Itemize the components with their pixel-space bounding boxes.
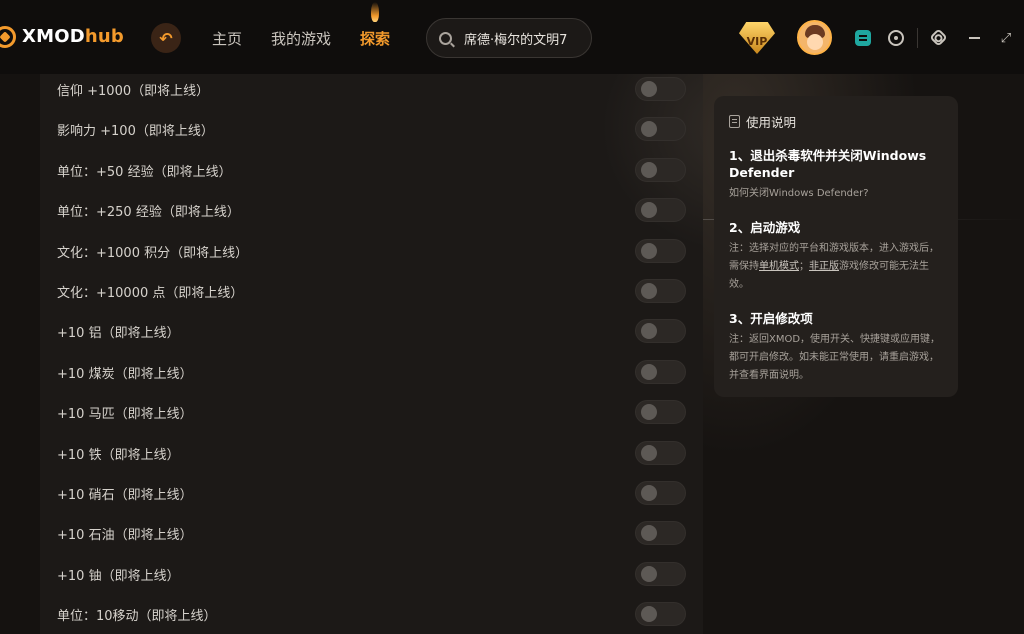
step-1: 1、退出杀毒软件并关闭Windows Defender 如何关闭Windows …	[729, 147, 943, 203]
toggle-knob	[641, 606, 657, 623]
step-2: 2、启动游戏 注：选择对应的平台和游戏版本，进入游戏后，需保持单机模式；非正版游…	[729, 219, 943, 294]
mod-label: 单位：10移动（即将上线）	[57, 609, 217, 625]
maximize-icon[interactable]: ⤢	[998, 30, 1014, 46]
mod-toggle[interactable]	[635, 117, 686, 142]
mod-label: +10 马匹（即将上线）	[57, 407, 193, 423]
app-logo[interactable]: XMODhub	[22, 26, 124, 47]
disable-defender-link[interactable]: 如何关闭Windows Defender?	[729, 185, 943, 203]
toggle-knob	[641, 363, 657, 380]
settings-icon[interactable]	[929, 28, 948, 47]
toggle-knob	[641, 444, 657, 461]
mod-label: +10 石油（即将上线）	[57, 528, 193, 544]
toggle-knob	[641, 161, 657, 178]
list-item: 单位：+250 经验（即将上线）	[40, 195, 703, 235]
nav-home[interactable]: 主页	[212, 28, 242, 49]
mod-toggle[interactable]	[635, 481, 686, 505]
toggle-knob	[641, 121, 657, 138]
offline-mode-link[interactable]: 单机模式	[759, 261, 799, 272]
back-arrow-icon: ↶	[159, 28, 173, 48]
toggle-knob	[641, 485, 657, 501]
list-item: +10 铀（即将上线）	[40, 559, 703, 599]
list-item: 单位：+50 经验（即将上线）	[40, 155, 703, 195]
mod-toggle[interactable]	[635, 359, 686, 384]
mod-toggle[interactable]	[635, 77, 686, 101]
message-icon[interactable]	[855, 30, 871, 46]
document-icon	[729, 114, 740, 128]
mod-toggle[interactable]	[635, 440, 686, 465]
toggle-knob	[641, 323, 657, 340]
list-item: +10 煤炭（即将上线）	[40, 357, 703, 397]
mod-label: 文化：+10000 点（即将上线）	[57, 286, 244, 301]
mod-toggle[interactable]	[635, 198, 686, 223]
mod-label: +10 硝石（即将上线）	[57, 488, 193, 503]
step-3-title: 3、开启修改项	[729, 311, 813, 326]
mod-label: +10 铝（即将上线）	[57, 326, 180, 342]
list-item: 影响力 +100（即将上线）	[40, 114, 703, 154]
list-item: 文化：+1000 积分（即将上线）	[40, 236, 703, 276]
mod-label: 信仰 +1000（即将上线）	[57, 84, 210, 99]
step-2-note: 注：选择对应的平台和游戏版本，进入游戏后，需保持单机模式；非正版游戏修改可能无法…	[729, 243, 939, 290]
mod-toggle[interactable]	[635, 561, 686, 586]
step-3-note: 注：返回XMOD，使用开关、快捷键或应用键，都可开启修改。如未能正常使用，请重启…	[729, 334, 941, 381]
mod-toggle[interactable]	[635, 157, 686, 182]
mod-toggle[interactable]	[635, 238, 686, 263]
divider	[917, 28, 918, 48]
search-icon	[439, 31, 452, 45]
toggle-knob	[641, 202, 657, 219]
vip-badge[interactable]: VIP	[739, 22, 775, 54]
search-box[interactable]: 席德·梅尔的文明7	[426, 18, 592, 58]
mod-label: +10 煤炭（即将上线）	[57, 366, 193, 382]
mod-label: 文化：+1000 积分（即将上线）	[57, 245, 249, 261]
mod-toggle[interactable]	[635, 319, 686, 344]
mod-label: +10 铀（即将上线）	[57, 568, 180, 584]
toggle-knob	[641, 565, 657, 582]
instructions-title: 使用说明	[746, 114, 797, 130]
back-button[interactable]: ↶	[151, 23, 181, 53]
mod-label: 单位：+250 经验（即将上线）	[57, 205, 240, 221]
notification-icon[interactable]	[888, 30, 904, 46]
avatar[interactable]	[797, 20, 832, 55]
list-item: 单位：10移动（即将上线）	[40, 599, 703, 634]
mod-toggle[interactable]	[635, 279, 686, 303]
minimize-icon[interactable]	[966, 30, 982, 46]
active-indicator-icon	[371, 2, 379, 22]
list-item: +10 马匹（即将上线）	[40, 397, 703, 437]
toggle-knob	[641, 283, 657, 299]
mod-toggle[interactable]	[635, 602, 686, 627]
mod-label: 单位：+50 经验（即将上线）	[57, 164, 232, 180]
nav-my-games[interactable]: 我的游戏	[271, 28, 331, 49]
search-input[interactable]: 席德·梅尔的文明7	[464, 29, 567, 48]
step-1-title: 1、退出杀毒软件并关闭Windows Defender	[729, 148, 927, 180]
list-item: 文化：+10000 点（即将上线）	[40, 276, 703, 316]
toggle-knob	[641, 81, 657, 97]
instructions-card: 使用说明 1、退出杀毒软件并关闭Windows Defender 如何关闭Win…	[714, 96, 958, 397]
mod-toggle[interactable]	[635, 521, 686, 546]
list-item: +10 铝（即将上线）	[40, 316, 703, 356]
toggle-knob	[641, 242, 657, 259]
step-2-title: 2、启动游戏	[729, 220, 801, 235]
mod-list: 信仰 +1000（即将上线） 影响力 +100（即将上线） 单位：+50 经验（即将…	[40, 74, 703, 634]
list-item: +10 铁（即将上线）	[40, 438, 703, 478]
nav-explore[interactable]: 探索	[360, 28, 390, 49]
toggle-knob	[641, 404, 657, 421]
mod-label: +10 铁（即将上线）	[57, 447, 180, 463]
non-genuine-link[interactable]: 非正版	[809, 261, 839, 272]
list-item: +10 硝石（即将上线）	[40, 478, 703, 518]
list-item: +10 石油（即将上线）	[40, 518, 703, 558]
mod-label: 影响力 +100（即将上线）	[57, 124, 214, 140]
mod-toggle[interactable]	[635, 400, 686, 425]
list-item: 信仰 +1000（即将上线）	[40, 74, 703, 114]
toggle-knob	[641, 525, 657, 542]
title-bar: XMODhub ↶ 主页 我的游戏 探索 席德·梅尔的文明7 VIP ⤢	[0, 0, 1024, 74]
step-3: 3、开启修改项 注：返回XMOD，使用开关、快捷键或应用键，都可开启修改。如未能…	[729, 310, 943, 385]
xmod-logo-icon	[0, 26, 16, 48]
